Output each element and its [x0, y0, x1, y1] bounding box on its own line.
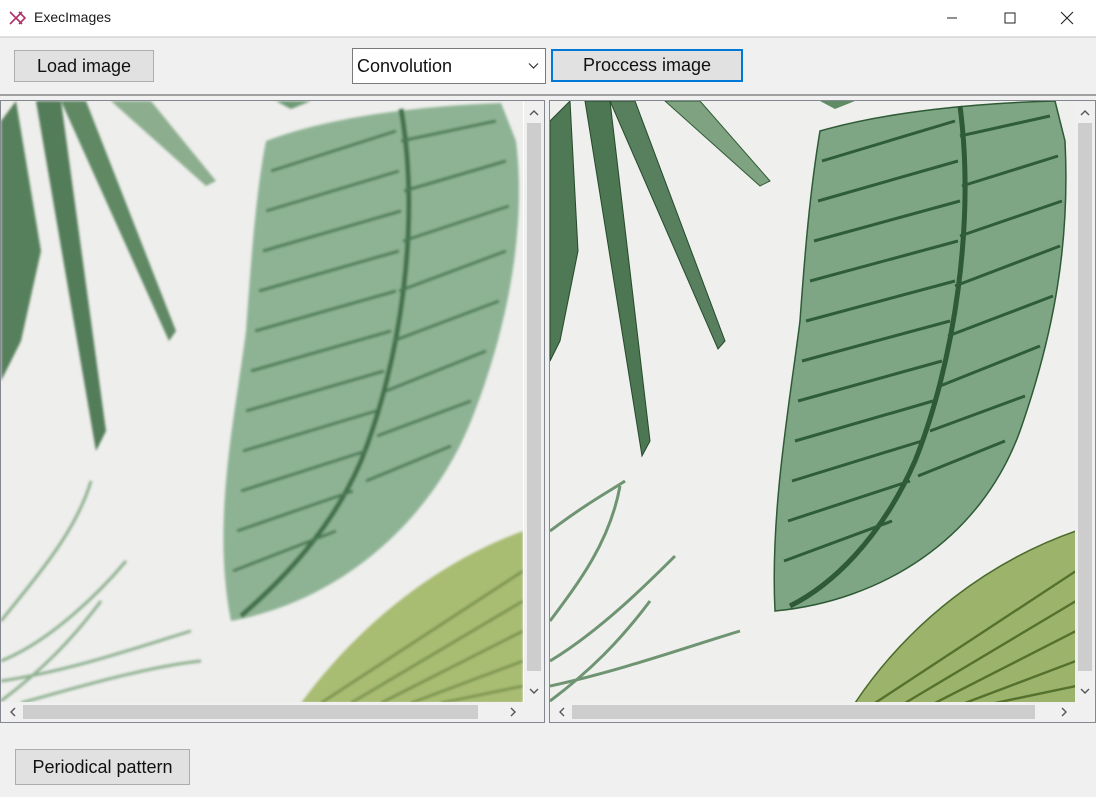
process-image-button[interactable]: Proccess image [551, 49, 743, 82]
close-button[interactable] [1038, 0, 1096, 36]
original-horizontal-scrollbar[interactable] [1, 702, 524, 722]
load-image-button[interactable]: Load image [14, 50, 154, 82]
processed-vertical-thumb[interactable] [1078, 123, 1092, 671]
scroll-up-icon[interactable] [526, 104, 542, 120]
scroll-up-icon[interactable] [1077, 104, 1093, 120]
close-icon [1060, 11, 1074, 25]
scroll-down-icon[interactable] [526, 683, 542, 699]
maximize-icon [1004, 12, 1016, 24]
original-vertical-scrollbar[interactable] [524, 101, 544, 702]
minimize-button[interactable] [923, 0, 981, 36]
processed-horizontal-thumb[interactable] [572, 705, 1035, 719]
minimize-icon [947, 17, 957, 19]
processed-image-panel [549, 100, 1096, 723]
scroll-right-icon[interactable] [505, 704, 521, 720]
window-title: ExecImages [34, 9, 112, 25]
app-icon [9, 11, 26, 25]
title-bar: ExecImages [0, 0, 1096, 37]
scroll-down-icon[interactable] [1077, 683, 1093, 699]
content-divider [0, 94, 1096, 96]
chevron-down-icon [528, 63, 539, 69]
processed-image [550, 101, 1076, 703]
periodical-pattern-button[interactable]: Periodical pattern [15, 749, 190, 785]
scroll-corner [1075, 702, 1095, 722]
processed-horizontal-scrollbar[interactable] [550, 702, 1075, 722]
toolbar-divider [0, 37, 1096, 38]
maximize-button[interactable] [981, 0, 1039, 36]
original-horizontal-thumb[interactable] [23, 705, 478, 719]
processed-vertical-scrollbar[interactable] [1075, 101, 1095, 702]
original-vertical-thumb[interactable] [527, 123, 541, 671]
original-image-panel [0, 100, 545, 723]
scroll-right-icon[interactable] [1056, 704, 1072, 720]
scroll-left-icon[interactable] [4, 704, 20, 720]
filter-select-value: Convolution [357, 56, 453, 76]
scroll-corner [524, 702, 544, 722]
original-image [1, 101, 523, 703]
scroll-left-icon[interactable] [553, 704, 569, 720]
filter-select[interactable]: Convolution [352, 48, 546, 84]
